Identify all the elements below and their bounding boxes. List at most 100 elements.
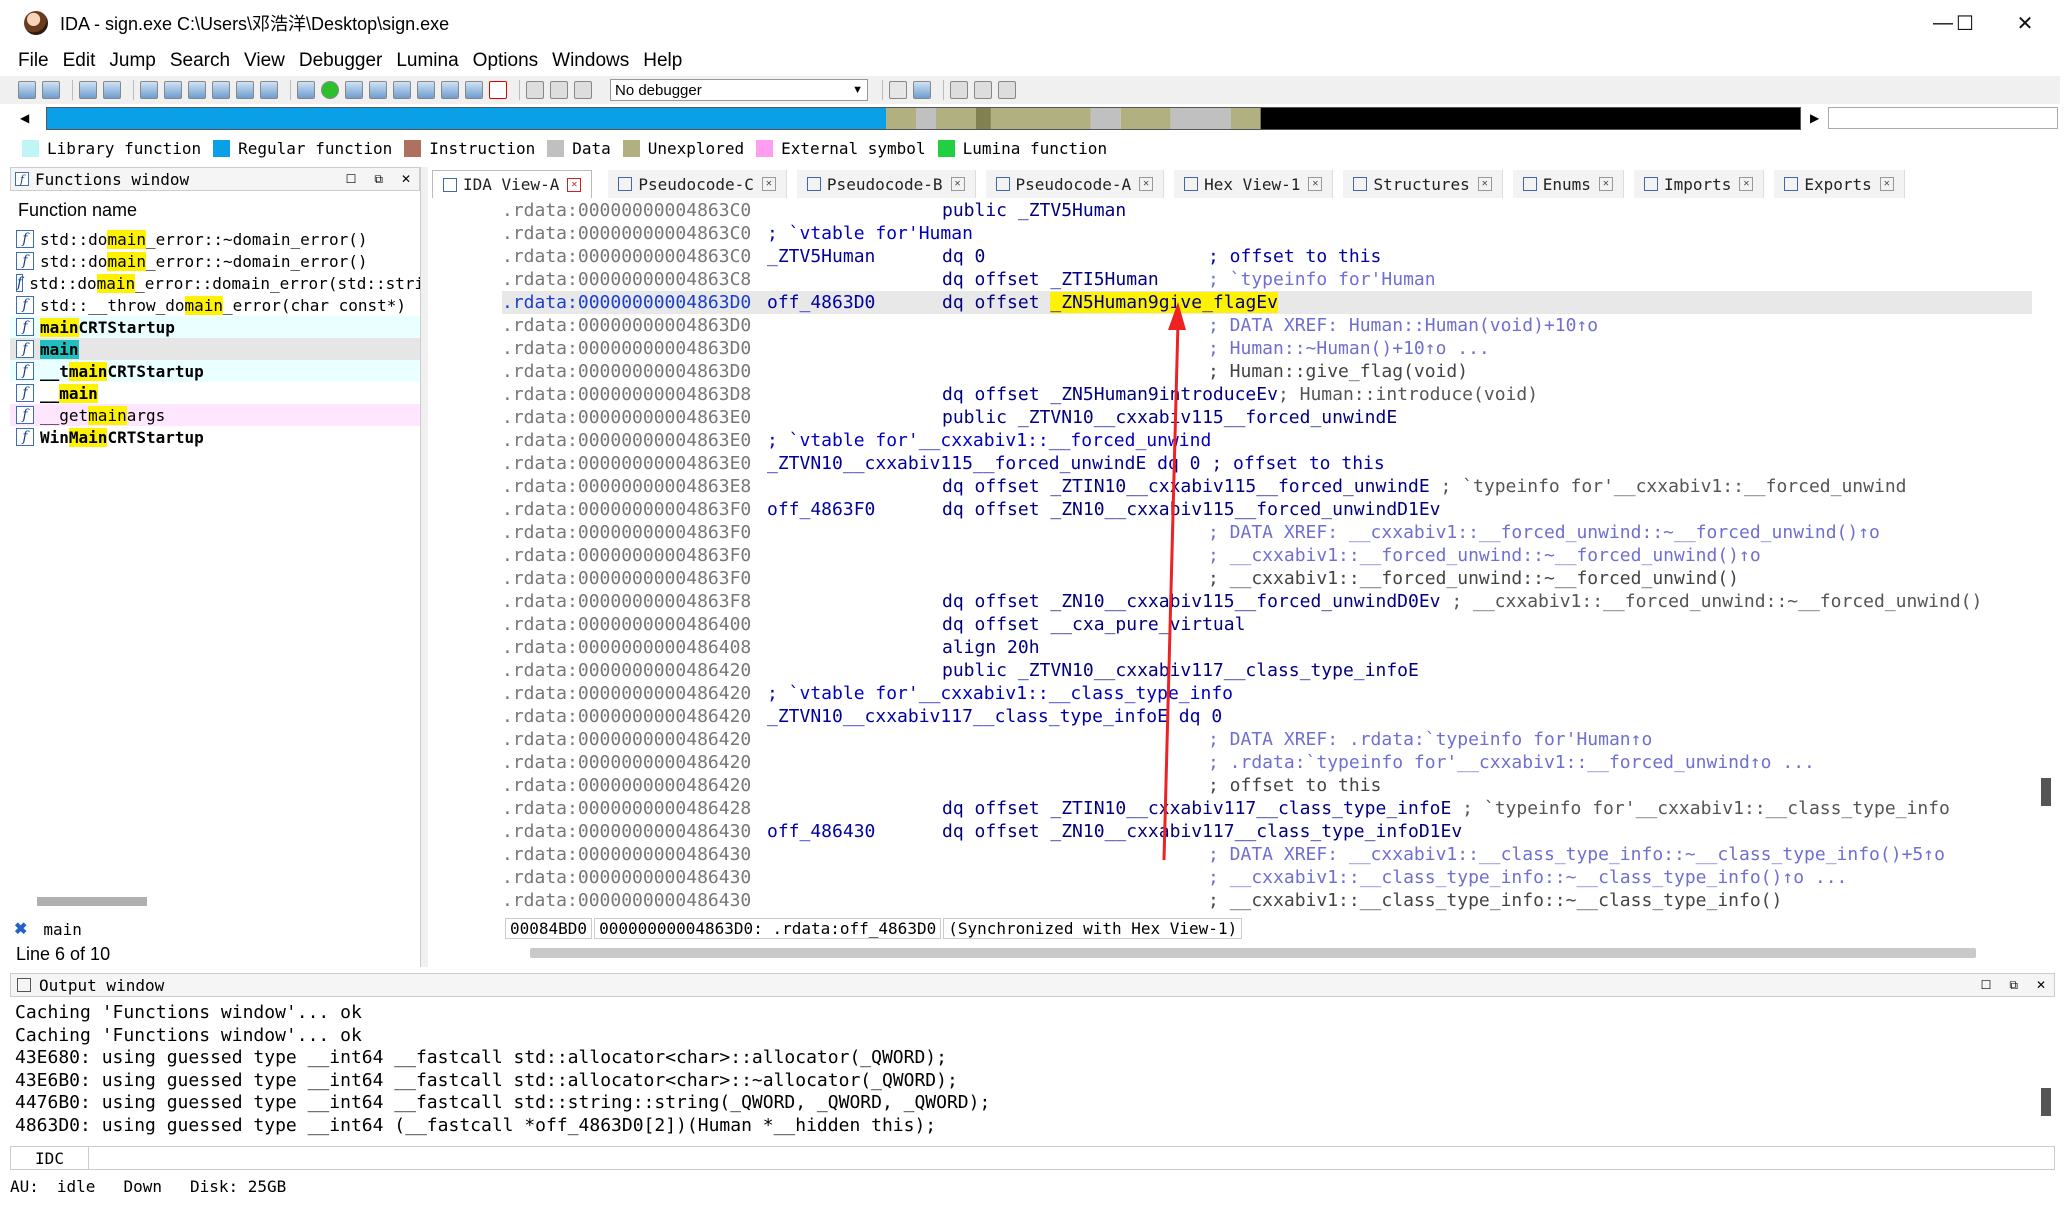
jump-icon[interactable] [236,81,254,99]
breakpoint-icon[interactable] [950,81,968,99]
close-icon[interactable]: ✕ [761,177,776,191]
graph-icon[interactable] [297,81,315,99]
restore-icon[interactable]: ☐ [1981,978,1992,993]
tab-hex-view-1[interactable]: Hex View-1 ✕ [1174,170,1334,198]
disasm-line[interactable]: .rdata:0000000000486420; `vtable for'__c… [502,682,2032,705]
functions-filter[interactable]: ✖ main [10,918,420,940]
tab-exports[interactable]: Exports ✕ [1774,170,1905,198]
search-text-icon[interactable] [140,81,158,99]
tab-enums[interactable]: Enums ✕ [1512,170,1624,198]
disassembly-hscrollbar[interactable] [530,948,1976,958]
green-dot-icon[interactable] [321,81,339,99]
pause-icon[interactable] [550,81,568,99]
menu-help[interactable]: Help [643,50,682,72]
tab-imports[interactable]: Imports ✕ [1633,170,1765,198]
add-item-icon[interactable] [417,81,435,99]
disasm-line[interactable]: .rdata:00000000004863F0 off_4863F0 dq offs… [502,498,2032,521]
disasm-line[interactable]: .rdata:00000000004863E0 public _ZTVN10__c… [502,406,2032,429]
disasm-line[interactable]: .rdata:00000000004863C0 public _ZTV5Human [502,199,2032,222]
menu-jump[interactable]: Jump [109,50,155,72]
add-segment-icon[interactable] [345,81,363,99]
restore-icon[interactable]: ☐ [346,172,357,187]
disasm-line[interactable]: .rdata:0000000000486420 public _ZTVN10__c… [502,659,2032,682]
function-list-item[interactable]: f std::domain_error::~domain_error() [10,250,420,272]
idc-button[interactable]: IDC [11,1147,89,1169]
close-icon[interactable]: ✕ [950,177,965,191]
trace-clear-icon[interactable] [998,81,1016,99]
disassembly-vscrollbar[interactable] [2041,778,2051,806]
disassembly-view[interactable]: .rdata:00000000004863C0 public _ZTV5Human… [502,199,2032,914]
disasm-line[interactable]: .rdata:0000000000486430 ; __cxxabiv1::__c… [502,866,2032,889]
menu-lumina[interactable]: Lumina [396,50,458,72]
disasm-line[interactable]: .rdata:0000000000486420 _ZTVN10__cxxabiv1… [502,705,2032,728]
float-icon[interactable]: ⧉ [2009,978,2018,993]
debugger-select[interactable]: No debugger ▼ [610,79,868,101]
function-name-column-header[interactable]: Function name [10,195,420,225]
add-enum-icon[interactable] [393,81,411,99]
function-list-item[interactable]: f mainCRTStartup [10,316,420,338]
close-icon[interactable]: ✕ [1598,177,1613,191]
run-icon[interactable] [526,81,544,99]
menu-options[interactable]: Options [473,50,538,72]
search-immediate-icon[interactable] [188,81,206,99]
menu-debugger[interactable]: Debugger [299,50,382,72]
menu-windows[interactable]: Windows [552,50,629,72]
menu-view[interactable]: View [244,50,285,72]
close-icon[interactable]: ✕ [1739,177,1754,191]
navigation-strip[interactable] [46,107,1801,130]
disasm-line[interactable]: .rdata:00000000004863C0 ; `vtable for'Hum… [502,222,2032,245]
disasm-line[interactable]: .rdata:00000000004863E0 ; `vtable for'__c… [502,429,2032,452]
disasm-line[interactable]: .rdata:0000000000486400 dq offset __cxa_p… [502,613,2032,636]
disasm-line[interactable]: .rdata:0000000000486428 dq offset _ZTIN10… [502,797,2032,820]
close-icon[interactable]: ✕ [1477,177,1492,191]
close-icon[interactable]: ✕ [1139,177,1154,191]
stop-icon[interactable] [574,81,592,99]
add-struct-icon[interactable] [369,81,387,99]
tab-structures[interactable]: Structures ✕ [1343,170,1503,198]
disasm-line[interactable]: .rdata:00000000004863E0 _ZTVN10__cxxabiv1… [502,452,2032,475]
back-arrow-icon[interactable] [79,81,97,99]
disasm-line[interactable]: .rdata:00000000004863D0 ; DATA XREF: Huma… [502,314,2032,337]
patch-icon[interactable] [212,81,230,99]
disasm-line[interactable]: .rdata:00000000004863F8 dq offset _ZN10__… [502,590,2032,613]
function-list-item[interactable]: f WinMainCRTStartup [10,426,420,448]
image-icon[interactable] [465,81,483,99]
disasm-line[interactable]: .rdata:00000000004863D0 ; Human::give_fla… [502,360,2032,383]
disasm-line[interactable]: .rdata:00000000004863C8 dq offset _ZTI5Hu… [502,268,2032,291]
function-list-item[interactable]: f __main [10,382,420,404]
function-list-item[interactable]: f main [10,338,420,360]
function-list-item[interactable]: f std::domain_error::~domain_error() [10,228,420,250]
delete-icon[interactable] [489,81,507,99]
close-window-button[interactable]: ✕ [1990,0,2060,46]
function-list-item[interactable]: f std::__throw_domain_error(char const*) [10,294,420,316]
save-icon[interactable] [42,81,60,99]
menu-file[interactable]: File [18,50,49,72]
disasm-line[interactable]: .rdata:00000000004863D8 dq offset _ZN5Hum… [502,383,2032,406]
debug-attach-icon[interactable] [889,81,907,99]
tab-ida-view-a[interactable]: IDA View-A ✕ [432,170,593,198]
disasm-line[interactable]: .rdata:0000000000486420 ; DATA XREF: .rda… [502,728,2032,751]
disasm-line[interactable]: .rdata:00000000004863D0 off_4863D0 dq offs… [502,291,2032,314]
disasm-line[interactable]: .rdata:0000000000486430 ; DATA XREF: __cx… [502,843,2032,866]
nav-left-arrow-icon[interactable]: ◀ [20,111,29,125]
close-icon[interactable]: ✕ [401,172,411,187]
function-list-item[interactable]: f __getmainargs [10,404,420,426]
dropdown-icon[interactable] [441,81,459,99]
navigation-band[interactable]: ◀ ▶ [20,104,1820,132]
nav-right-arrow-icon[interactable]: ▶ [1810,111,1819,125]
tracing-icon[interactable] [974,81,992,99]
close-icon[interactable]: ✕ [1879,177,1894,191]
search-binary-icon[interactable] [164,81,182,99]
menu-search[interactable]: Search [170,50,230,72]
disasm-line[interactable]: .rdata:0000000000486420 ; .rdata:`typeinf… [502,751,2032,774]
output-vscrollbar[interactable] [2041,1088,2051,1116]
tab-pseudocode-a[interactable]: Pseudocode-A ✕ [985,170,1165,198]
disasm-line[interactable]: .rdata:0000000000486430 ; __cxxabiv1::__c… [502,889,2032,912]
disasm-line[interactable]: .rdata:0000000000486430 off_486430 dq offs… [502,820,2032,843]
close-filter-icon[interactable]: ✖ [14,919,27,939]
debug-sync-icon[interactable] [913,81,931,99]
tab-pseudocode-b[interactable]: Pseudocode-B ✕ [796,170,976,198]
disasm-line[interactable]: .rdata:0000000000486420 ; offset to this [502,774,2032,797]
close-icon[interactable]: ✕ [2036,978,2046,993]
close-icon[interactable]: ✕ [567,177,582,192]
